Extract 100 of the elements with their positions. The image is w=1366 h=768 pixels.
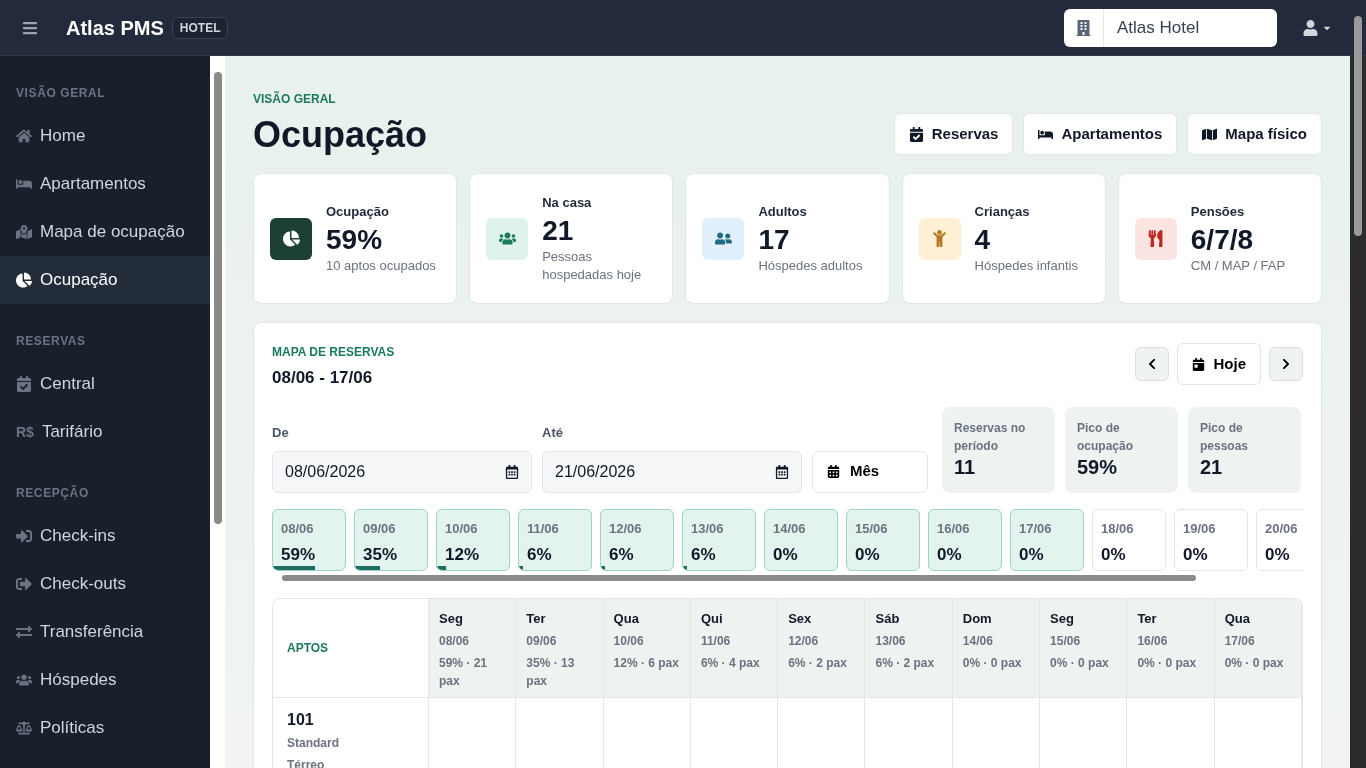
- sidebar-item[interactable]: Home: [0, 112, 210, 160]
- column-stat: 35% · 13 pax: [526, 655, 576, 690]
- sidebar-item[interactable]: Transferência: [0, 608, 210, 656]
- sidebar-item[interactable]: Políticas: [0, 704, 210, 752]
- chip-date: 13/06: [691, 519, 725, 538]
- month-button[interactable]: Mês: [812, 450, 928, 493]
- previous-button[interactable]: [1135, 347, 1170, 381]
- calendar-icon: [775, 464, 789, 479]
- stat-label: Adultos: [758, 203, 808, 222]
- calendar-icon: [505, 464, 519, 479]
- stat-caption: Hóspedes adultos: [758, 256, 863, 275]
- chip-date: 16/06: [937, 519, 971, 538]
- weekday-label: Sáb: [875, 609, 901, 628]
- summary-label: Reservas no período: [954, 419, 1027, 455]
- stat-value: 6/7/8: [1190, 222, 1255, 257]
- stat-caption: Pessoas hospedadas hoje: [542, 247, 643, 284]
- stat-label: Crianças: [974, 203, 1031, 222]
- column-date: 17/06: [1224, 633, 1256, 650]
- room-number: 101: [287, 709, 315, 730]
- sidebar-item[interactable]: Hóspedes: [0, 656, 210, 704]
- column-stat: 0% · 0 pax: [1050, 655, 1110, 672]
- next-button[interactable]: [1269, 347, 1303, 381]
- scrollbar-thumb[interactable]: [282, 574, 1196, 581]
- day-chip[interactable]: 10/06 12%: [436, 508, 510, 571]
- chip-percent: 35%: [363, 544, 399, 566]
- hotel-selector[interactable]: Atlas Hotel: [1064, 8, 1277, 47]
- column-stat: 6% · 2 pax: [875, 655, 936, 672]
- day-chip[interactable]: 13/06 6%: [682, 508, 756, 571]
- summary-value: 21: [1200, 454, 1224, 480]
- summary-value: 11: [954, 454, 977, 480]
- sidebar-item[interactable]: R$ Tarifário: [0, 408, 210, 456]
- day-chip[interactable]: 19/06 0%: [1174, 508, 1248, 571]
- users-icon: [702, 217, 745, 260]
- section-heading: RECEPÇÃO: [15, 484, 90, 502]
- chip-percent: 0%: [1019, 544, 1045, 566]
- column-stat: 6% · 2 pax: [788, 655, 848, 672]
- utensils-icon: [1134, 217, 1177, 260]
- day-chip[interactable]: 09/06 35%: [354, 508, 428, 571]
- chip-date: 11/06: [527, 519, 560, 538]
- stat-value: 17: [758, 222, 791, 257]
- sidebar-item[interactable]: Ocupação: [0, 256, 210, 304]
- weekday-label: Qua: [1224, 609, 1251, 628]
- day-chip[interactable]: 20/06 0%: [1256, 508, 1303, 571]
- sidebar-item[interactable]: Central: [0, 360, 210, 408]
- pie-chart-icon: [16, 272, 32, 288]
- sidebar-item[interactable]: Check-ins: [0, 512, 210, 560]
- day-chip[interactable]: 17/06 0%: [1010, 508, 1084, 571]
- scrollbar-thumb[interactable]: [213, 72, 222, 524]
- user-menu-button[interactable]: [1303, 19, 1332, 36]
- scrollbar-thumb[interactable]: [1354, 16, 1362, 236]
- child-icon: [918, 217, 961, 260]
- stat-caption: CM / MAP / FAP: [1190, 256, 1286, 275]
- chip-date: 15/06: [855, 519, 889, 538]
- page-eyebrow: VISÃO GERAL: [253, 90, 337, 108]
- chip-date: 14/06: [773, 519, 807, 538]
- summary-label: Pico de pessoas: [1200, 419, 1250, 455]
- field-label: De: [272, 424, 290, 442]
- stat-value: 4: [974, 222, 992, 257]
- date-field[interactable]: 21/06/2026: [542, 450, 802, 493]
- day-chip[interactable]: 15/06 0%: [846, 508, 920, 571]
- column-date: 08/06: [439, 633, 471, 650]
- date-field[interactable]: 08/06/2026: [272, 450, 532, 493]
- building-icon: [1076, 19, 1091, 36]
- action-button[interactable]: Reservas: [893, 113, 1014, 155]
- sidebar-item[interactable]: Apartamentos: [0, 160, 210, 208]
- column-date: 14/06: [962, 633, 994, 650]
- calendar-check-icon: [908, 126, 924, 142]
- weekday-label: Seg: [439, 609, 464, 628]
- day-chip[interactable]: 18/06 0%: [1092, 508, 1166, 571]
- day-chip[interactable]: 08/06 59%: [272, 508, 346, 571]
- users-icon: [16, 672, 32, 688]
- column-date: 13/06: [875, 633, 907, 650]
- today-button[interactable]: Hoje: [1177, 343, 1261, 385]
- column-stat: 0% · 0 pax: [962, 655, 1023, 672]
- action-button[interactable]: Apartamentos: [1023, 113, 1178, 155]
- date-range: 08/06 - 17/06: [272, 367, 374, 389]
- action-button[interactable]: Mapa físico: [1187, 113, 1322, 155]
- sidebar-item[interactable]: Mapa de ocupação: [0, 208, 210, 256]
- chip-date: 10/06: [445, 519, 479, 538]
- bed-icon: [16, 176, 32, 192]
- stat-caption: Hóspedes infantis: [974, 256, 1078, 275]
- calendar-icon: [827, 465, 840, 478]
- field-label: Até: [542, 424, 564, 442]
- menu-icon: [22, 19, 38, 36]
- chip-date: 19/06: [1183, 519, 1217, 538]
- weekday-label: Seg: [1050, 609, 1075, 628]
- brand-name: Atlas PMS: [66, 15, 164, 41]
- sidebar-item[interactable]: Check-outs: [0, 560, 210, 608]
- day-chip[interactable]: 11/06 6%: [518, 508, 592, 571]
- day-chip[interactable]: 16/06 0%: [928, 508, 1002, 571]
- chip-date: 08/06: [281, 519, 315, 538]
- home-icon: [16, 128, 32, 144]
- day-chip[interactable]: 12/06 6%: [600, 508, 674, 571]
- day-chip[interactable]: 14/06 0%: [764, 508, 838, 571]
- pie-chart-icon: [270, 217, 312, 260]
- room-floor: Térreo: [287, 756, 326, 768]
- chip-date: 17/06: [1019, 519, 1053, 538]
- column-date: 11/06: [700, 633, 732, 650]
- sign-out-icon: [16, 576, 32, 592]
- calendar-icon: [1192, 357, 1206, 371]
